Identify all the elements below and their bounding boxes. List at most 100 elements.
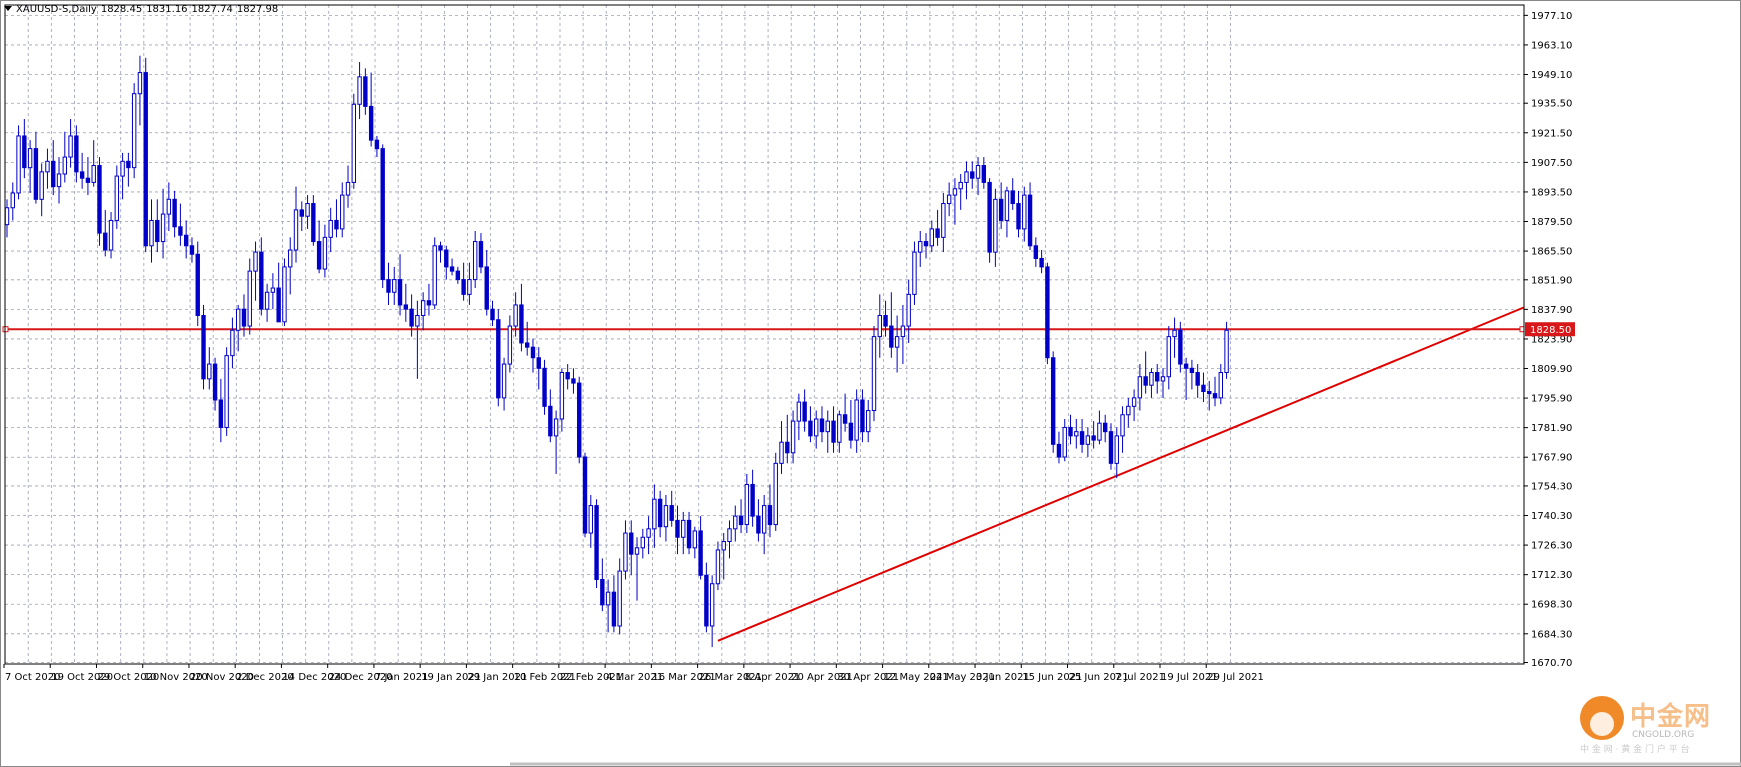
candle-body-up <box>634 547 640 555</box>
candle-body-up <box>559 372 565 420</box>
candle-body-down <box>600 579 605 606</box>
candle-body-down <box>183 234 189 247</box>
candle <box>530 338 536 373</box>
candle-body-down <box>698 530 703 576</box>
candle-body-up <box>652 498 657 530</box>
candle-body-up <box>796 401 802 422</box>
candle-body-down <box>172 198 177 228</box>
candle <box>785 414 790 464</box>
candle-body-down <box>767 505 773 526</box>
candle <box>490 300 495 327</box>
candle <box>634 537 640 601</box>
candle <box>819 406 825 443</box>
candle-body-down <box>750 483 755 517</box>
candle-body-down <box>738 515 744 526</box>
candle <box>1131 389 1137 422</box>
candle-body-down <box>449 266 455 272</box>
candle <box>779 421 784 474</box>
candle-body-down <box>438 245 443 251</box>
candle-body-up <box>975 165 981 179</box>
candle <box>247 258 252 335</box>
candle <box>900 304 906 365</box>
candle <box>1201 372 1206 403</box>
candle <box>426 283 432 316</box>
candle-body-up <box>1160 376 1166 382</box>
candle <box>831 406 836 453</box>
candle-body-down <box>33 148 39 200</box>
candle <box>652 484 657 548</box>
candle <box>351 93 357 189</box>
candle <box>646 516 651 555</box>
candle-body-up <box>952 188 958 196</box>
candle-body-down <box>368 105 374 141</box>
candle <box>270 273 276 310</box>
candle <box>62 131 67 183</box>
candle <box>681 511 686 555</box>
price-tick-label: 1935.50 <box>1531 99 1572 110</box>
candle <box>894 315 900 373</box>
candle-body-up <box>1062 426 1067 458</box>
candle-body-up <box>282 266 287 323</box>
candle-body-down <box>848 422 854 441</box>
candle <box>946 182 952 217</box>
candle-body-up <box>623 532 628 572</box>
candle <box>340 182 345 238</box>
candle-body-up <box>1149 372 1154 386</box>
candle-body-down <box>299 209 304 217</box>
candle <box>178 203 183 246</box>
candle-body-up <box>91 165 96 183</box>
candle-body-up <box>941 203 946 238</box>
candle-body-up <box>230 329 235 357</box>
candle-body-down <box>1212 393 1218 399</box>
candle-body-up <box>224 355 229 428</box>
price-tick-label: 1754.30 <box>1531 481 1572 492</box>
candle-body-up <box>392 279 397 293</box>
candle-body-up <box>692 530 698 549</box>
candle-body-up <box>733 515 738 530</box>
candle-body-down <box>1039 257 1044 268</box>
candle <box>577 376 582 464</box>
candle <box>1160 368 1166 398</box>
candle <box>16 125 21 200</box>
candle <box>218 378 224 443</box>
price-tick-label: 1851.90 <box>1531 275 1572 286</box>
candle <box>467 262 472 305</box>
candle-body-down <box>103 232 108 251</box>
candle <box>1016 190 1021 238</box>
candle <box>721 533 726 580</box>
chart-header: XAUUSD-S,Daily 1828.45 1831.16 1827.74 1827.… <box>4 4 282 15</box>
price-tick-label: 1865.50 <box>1531 247 1572 258</box>
candle-body-up <box>27 148 33 169</box>
candle <box>143 57 148 253</box>
collapse-triangle-icon[interactable] <box>4 6 12 11</box>
candle-body-up <box>137 72 143 95</box>
candle <box>692 526 698 559</box>
candle-body-up <box>993 198 998 253</box>
candle-body-down <box>195 253 200 316</box>
candle-body-up <box>709 583 715 627</box>
candle <box>392 266 397 305</box>
candle <box>981 157 987 189</box>
candle <box>1224 321 1229 379</box>
candle-body-down <box>785 441 790 454</box>
candle-body-up <box>1166 336 1171 378</box>
candle-body-up <box>1114 435 1119 464</box>
candle-body-down <box>565 372 570 380</box>
candle-body-down <box>51 160 56 188</box>
price-axis: 1977.10 1963.10 1949.10 1935.50 1921.50 1907.… <box>1524 0 1741 767</box>
candle-body-down <box>1027 194 1033 247</box>
candle <box>640 528 645 559</box>
candle-body-up <box>39 171 44 200</box>
candle <box>328 207 333 253</box>
price-chart[interactable]: 1977.10 1963.10 1949.10 1935.50 1921.50 1907.… <box>0 0 1741 767</box>
candle <box>738 499 744 534</box>
candle-body-up <box>964 171 969 183</box>
price-tick-label: 1809.90 <box>1531 364 1572 375</box>
candle-body-down <box>1016 203 1021 230</box>
candle-body-up <box>1120 414 1125 437</box>
candle <box>871 326 877 422</box>
candle-body-down <box>1079 431 1085 445</box>
candle-body-down <box>686 519 692 549</box>
candle-body-up <box>420 300 426 316</box>
candle <box>501 357 507 411</box>
